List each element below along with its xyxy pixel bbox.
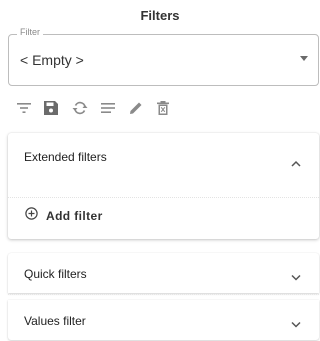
chevron-down-icon[interactable] bbox=[291, 268, 301, 286]
chevron-down-icon[interactable] bbox=[291, 315, 301, 333]
values-filter-section[interactable]: Values filter bbox=[8, 300, 319, 340]
filter-toolbar bbox=[0, 96, 320, 120]
extended-filters-header[interactable]: Extended filters bbox=[24, 149, 124, 165]
edit-icon[interactable] bbox=[124, 96, 148, 120]
save-icon[interactable] bbox=[39, 96, 63, 120]
add-circle-icon bbox=[25, 207, 38, 225]
add-filter-button[interactable]: Add filter bbox=[25, 207, 103, 225]
notes-icon[interactable] bbox=[96, 96, 120, 120]
filter-list-icon[interactable] bbox=[12, 96, 36, 120]
section-divider bbox=[8, 294, 319, 295]
quick-filters-label: Quick filters bbox=[24, 267, 87, 281]
divider bbox=[8, 197, 319, 198]
extended-filters-panel: Extended filters Add filter bbox=[8, 133, 319, 239]
filter-legend: Filter bbox=[17, 27, 43, 37]
refresh-icon[interactable] bbox=[68, 96, 92, 120]
chevron-up-icon[interactable] bbox=[291, 154, 301, 172]
dropdown-caret-icon[interactable] bbox=[300, 56, 308, 61]
filter-value: < Empty > bbox=[20, 52, 84, 68]
values-filter-label: Values filter bbox=[24, 314, 86, 328]
add-filter-label: Add filter bbox=[46, 209, 103, 223]
panel-title: Filters bbox=[140, 8, 180, 23]
delete-icon[interactable] bbox=[151, 96, 175, 120]
quick-filters-section[interactable]: Quick filters bbox=[8, 253, 319, 293]
filter-select[interactable]: Filter < Empty > bbox=[8, 27, 319, 86]
